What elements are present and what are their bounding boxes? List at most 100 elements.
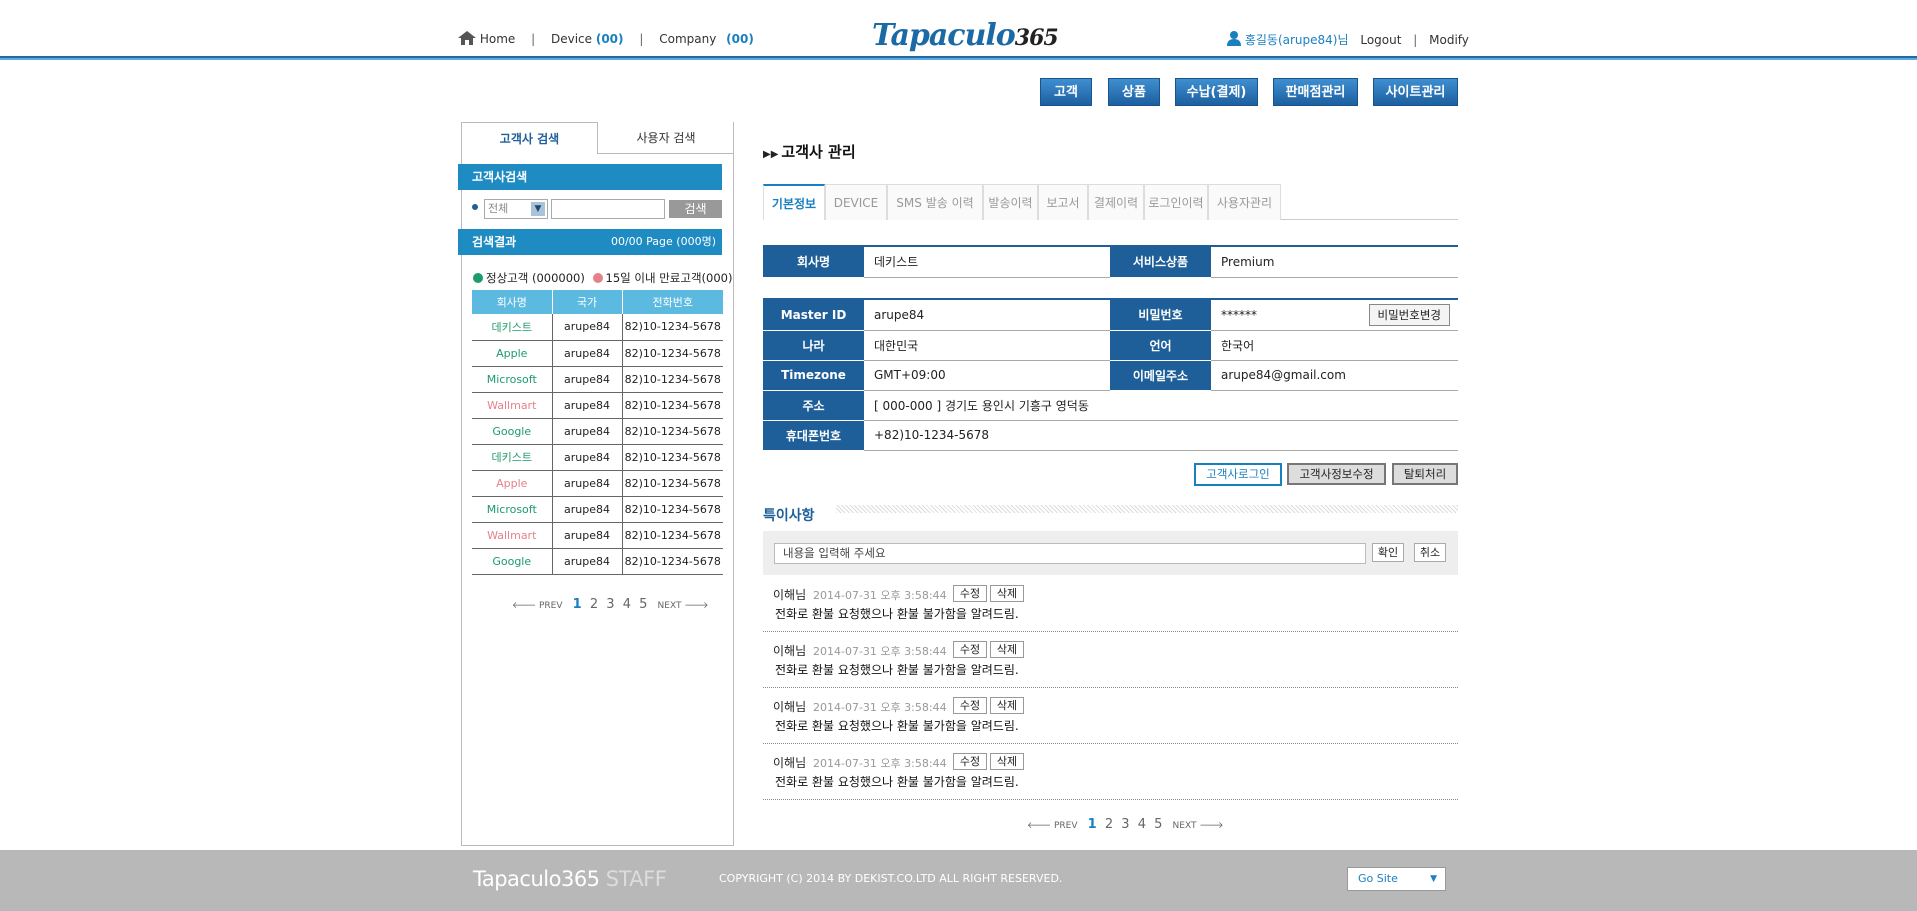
tab-user-search[interactable]: 사용자 검색: [598, 122, 734, 154]
logout-link[interactable]: Logout: [1360, 33, 1401, 47]
cell-company[interactable]: Apple: [472, 470, 552, 497]
tab-users[interactable]: 사용자관리: [1208, 184, 1281, 220]
next-link[interactable]: NEXT 🡒: [1173, 821, 1224, 831]
cell-company[interactable]: Apple: [472, 340, 552, 367]
cell-company[interactable]: Wallmart: [472, 522, 552, 549]
home-link[interactable]: Home: [480, 32, 515, 46]
logo[interactable]: Tapaculo365: [872, 18, 1059, 53]
comment-delete-button[interactable]: 삭제: [990, 697, 1024, 714]
cell-country: arupe84: [551, 548, 622, 575]
search-button[interactable]: 검색: [669, 200, 722, 218]
home-icon[interactable]: [458, 31, 476, 48]
comment-author: 이해님: [773, 756, 807, 770]
table-row[interactable]: 데키스트 arupe84 82)10-1234-5678: [472, 444, 723, 471]
comment-author: 이해님: [773, 700, 807, 714]
cell-company[interactable]: Microsoft: [472, 496, 552, 523]
note-input[interactable]: 내용을 입력해 주세요: [774, 543, 1366, 564]
table-row[interactable]: Google arupe84 82)10-1234-5678: [472, 418, 723, 445]
cell-country: arupe84: [551, 470, 622, 497]
cell-phone: 82)10-1234-5678: [621, 470, 723, 497]
note-ok-button[interactable]: 확인: [1372, 543, 1404, 562]
search-select[interactable]: 전체 ▼: [484, 199, 548, 219]
edit-customer-button[interactable]: 고객사정보수정: [1287, 463, 1386, 485]
comment-delete-button[interactable]: 삭제: [990, 641, 1024, 658]
tab-send[interactable]: 발송이력: [983, 184, 1038, 220]
prev-link[interactable]: 🡐 PREV: [1027, 821, 1078, 831]
page-1[interactable]: 1: [573, 597, 582, 612]
tab-sms[interactable]: SMS 발송 이력: [887, 184, 983, 220]
page-5[interactable]: 5: [1154, 817, 1162, 832]
table-row[interactable]: Wallmart arupe84 82)10-1234-5678: [472, 522, 723, 549]
page-1[interactable]: 1: [1088, 817, 1097, 832]
menu-site[interactable]: 사이트관리: [1373, 78, 1458, 106]
search-input[interactable]: [551, 199, 665, 219]
divider: |: [639, 32, 644, 46]
page-3[interactable]: 3: [1121, 817, 1129, 832]
comment-edit-button[interactable]: 수정: [953, 697, 987, 714]
table-row[interactable]: Google arupe84 82)10-1234-5678: [472, 548, 723, 575]
device-link[interactable]: Device: [551, 32, 592, 46]
modify-link[interactable]: Modify: [1429, 33, 1469, 47]
value-company: 데키스트: [864, 247, 1110, 278]
table-row[interactable]: Apple arupe84 82)10-1234-5678: [472, 470, 723, 497]
cell-company[interactable]: Google: [472, 548, 552, 575]
comment-edit-button[interactable]: 수정: [953, 641, 987, 658]
tab-payment[interactable]: 결제이력: [1088, 184, 1144, 220]
cell-phone: 82)10-1234-5678: [621, 314, 723, 341]
value-language: 한국어: [1211, 330, 1458, 361]
note-cancel-button[interactable]: 취소: [1414, 543, 1446, 562]
value-phone: +82)10-1234-5678: [864, 420, 1458, 451]
logo-digits: 365: [1014, 25, 1059, 51]
comment-edit-button[interactable]: 수정: [953, 585, 987, 602]
label-password: 비밀번호: [1110, 300, 1211, 331]
cell-company[interactable]: 데키스트: [472, 314, 552, 341]
value-timezone: GMT+09:00: [864, 360, 1110, 391]
page-5[interactable]: 5: [639, 597, 647, 612]
company-link[interactable]: Company: [659, 32, 716, 46]
comment-date: 2014-07-31 오후 3:58:44: [813, 589, 947, 602]
cell-company[interactable]: Google: [472, 418, 552, 445]
table-row[interactable]: Wallmart arupe84 82)10-1234-5678: [472, 392, 723, 419]
cell-phone: 82)10-1234-5678: [621, 340, 723, 367]
menu-payment[interactable]: 수납(결제): [1175, 78, 1258, 106]
page-2[interactable]: 2: [590, 597, 598, 612]
user-icon: [1227, 31, 1241, 49]
table-header: 회사명 국가 전화번호: [472, 290, 723, 314]
cell-country: arupe84: [551, 340, 622, 367]
table-row[interactable]: Microsoft arupe84 82)10-1234-5678: [472, 496, 723, 523]
table-row[interactable]: Apple arupe84 82)10-1234-5678: [472, 340, 723, 367]
comment-delete-button[interactable]: 삭제: [990, 753, 1024, 770]
menu-reseller[interactable]: 판매점관리: [1273, 78, 1358, 106]
page-4[interactable]: 4: [1138, 817, 1146, 832]
table-row[interactable]: 데키스트 arupe84 82)10-1234-5678: [472, 314, 723, 341]
next-link[interactable]: NEXT 🡒: [658, 601, 709, 611]
page-2[interactable]: 2: [1105, 817, 1113, 832]
menu-customer[interactable]: 고객: [1040, 78, 1092, 106]
comment-delete-button[interactable]: 삭제: [990, 585, 1024, 602]
cell-company[interactable]: 데키스트: [472, 444, 552, 471]
tab-device[interactable]: DEVICE: [825, 184, 887, 220]
label-service: 서비스상품: [1110, 247, 1211, 278]
tab-company-search[interactable]: 고객사 검색: [461, 122, 598, 154]
user-name: 홍길동(arupe84)님: [1244, 33, 1349, 47]
tab-basic[interactable]: 기본정보: [763, 184, 825, 220]
prev-link[interactable]: 🡐 PREV: [512, 601, 563, 611]
label-company: 회사명: [763, 247, 864, 278]
customer-login-button[interactable]: 고객사로그인: [1194, 463, 1282, 486]
cell-company[interactable]: Microsoft: [472, 366, 552, 393]
tab-report[interactable]: 보고서: [1038, 184, 1088, 220]
chevron-down-icon: ▼: [531, 202, 545, 216]
tab-login[interactable]: 로그인이력: [1144, 184, 1208, 220]
withdraw-button[interactable]: 탈퇴처리: [1392, 463, 1458, 485]
company-info: 회사명 데키스트 서비스상품 Premium: [763, 245, 1458, 278]
page-3[interactable]: 3: [606, 597, 614, 612]
change-password-button[interactable]: 비밀번호변경: [1368, 304, 1450, 326]
go-site-select[interactable]: Go Site ▼: [1347, 867, 1446, 891]
cell-company[interactable]: Wallmart: [472, 392, 552, 419]
menu-product[interactable]: 상품: [1108, 78, 1160, 106]
comment-edit-button[interactable]: 수정: [953, 753, 987, 770]
table-row[interactable]: Microsoft arupe84 82)10-1234-5678: [472, 366, 723, 393]
page-4[interactable]: 4: [623, 597, 631, 612]
result-title: 검색결과: [472, 235, 517, 249]
page-title: 고객사 관리: [781, 143, 856, 161]
